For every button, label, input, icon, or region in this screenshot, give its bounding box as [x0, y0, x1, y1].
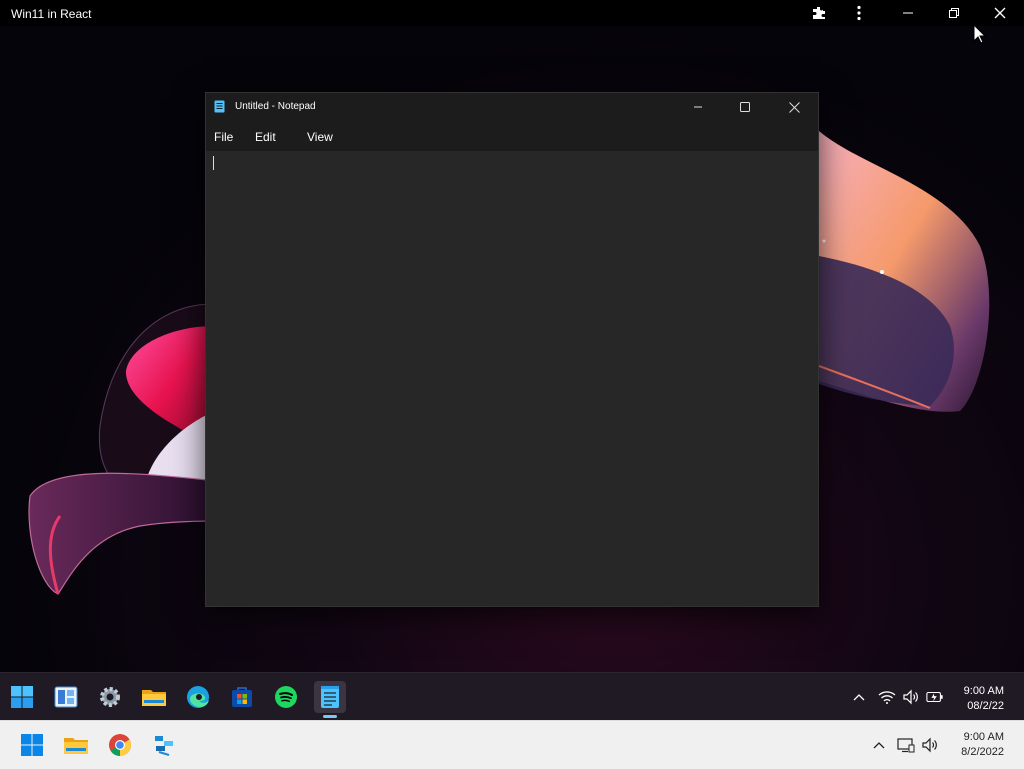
- spotify-icon: [275, 686, 297, 708]
- start-button[interactable]: [6, 681, 38, 713]
- host-volume-button[interactable]: [921, 736, 939, 754]
- host-taskbar: 9:00 AM 8/2/2022: [0, 720, 1024, 769]
- spotify-button[interactable]: [270, 681, 302, 713]
- close-icon: [994, 7, 1006, 19]
- file-explorer-icon: [64, 738, 88, 754]
- notepad-menubar: File Edit View: [206, 121, 818, 151]
- wifi-icon: [878, 691, 896, 704]
- start-icon: [11, 686, 33, 708]
- restore-icon: [949, 8, 959, 18]
- active-app-indicator: [323, 715, 337, 718]
- minimize-icon: [694, 106, 702, 108]
- win11-taskbar: 9:00 AM 08/2/22: [0, 672, 1024, 721]
- menu-file[interactable]: File: [214, 130, 233, 144]
- win11-clock[interactable]: 9:00 AM 08/2/22: [964, 684, 1004, 714]
- wifi-button[interactable]: [878, 688, 896, 706]
- host-clock[interactable]: 9:00 AM 8/2/2022: [961, 730, 1004, 760]
- settings-icon: [100, 687, 120, 707]
- maximize-icon: [740, 102, 750, 112]
- notepad-taskbar-button[interactable]: [314, 681, 346, 713]
- win11-date: 08/2/22: [967, 700, 1004, 712]
- edge-icon: [187, 686, 209, 708]
- chevron-up-icon: [853, 694, 865, 701]
- win11-time: 9:00 AM: [963, 685, 1004, 697]
- app-close-button[interactable]: [980, 0, 1020, 26]
- chevron-up-icon: [873, 742, 885, 749]
- notepad-minimize-button[interactable]: [675, 93, 721, 121]
- app-restore-button[interactable]: [934, 0, 974, 26]
- host-network-button[interactable]: [897, 736, 915, 754]
- notepad-text-area[interactable]: [206, 151, 818, 606]
- host-start-button[interactable]: [16, 729, 48, 761]
- battery-button[interactable]: [926, 688, 944, 706]
- edge-button[interactable]: [182, 681, 214, 713]
- file-explorer-icon: [142, 690, 166, 706]
- volume-icon: [922, 737, 937, 753]
- app-minimize-button[interactable]: [888, 0, 928, 26]
- notepad-maximize-button[interactable]: [722, 93, 768, 121]
- widgets-icon: [54, 686, 78, 708]
- chrome-icon: [109, 734, 131, 756]
- settings-button[interactable]: [94, 681, 126, 713]
- windows-start-icon: [21, 734, 43, 756]
- more-options-button[interactable]: [839, 0, 879, 26]
- file-explorer-button[interactable]: [138, 681, 170, 713]
- app-title: Win11 in React: [11, 7, 92, 21]
- host-time: 9:00 AM: [963, 731, 1004, 743]
- close-icon: [788, 101, 800, 113]
- host-app-button[interactable]: [148, 729, 180, 761]
- volume-button[interactable]: [902, 688, 920, 706]
- widgets-button[interactable]: [50, 681, 82, 713]
- show-hidden-icons-button[interactable]: [850, 688, 868, 706]
- battery-charging-icon: [926, 691, 943, 703]
- store-button[interactable]: [226, 681, 258, 713]
- notepad-icon: [321, 686, 339, 708]
- menu-edit[interactable]: Edit: [255, 130, 276, 144]
- store-icon: [232, 687, 252, 707]
- app-titlebar: Win11 in React: [0, 0, 1024, 26]
- notepad-window[interactable]: Untitled - Notepad File Edit View: [205, 92, 819, 607]
- notepad-titlebar[interactable]: Untitled - Notepad: [206, 93, 818, 121]
- notepad-icon: [214, 100, 225, 113]
- mouse-cursor-icon: [973, 24, 987, 44]
- app-icon: [155, 736, 173, 756]
- notepad-title: Untitled - Notepad: [235, 101, 316, 112]
- puzzle-icon: [813, 7, 825, 19]
- volume-icon: [903, 689, 918, 705]
- notepad-close-button[interactable]: [771, 93, 817, 121]
- host-chrome-button[interactable]: [104, 729, 136, 761]
- host-file-explorer-button[interactable]: [60, 729, 92, 761]
- host-date: 8/2/2022: [961, 746, 1004, 758]
- network-icon: [897, 738, 915, 753]
- kebab-menu-icon: [857, 5, 861, 21]
- text-caret: [213, 156, 214, 170]
- extensions-button[interactable]: [799, 0, 839, 26]
- minimize-icon: [903, 12, 913, 14]
- host-show-hidden-icons-button[interactable]: [870, 736, 888, 754]
- menu-view[interactable]: View: [307, 130, 333, 144]
